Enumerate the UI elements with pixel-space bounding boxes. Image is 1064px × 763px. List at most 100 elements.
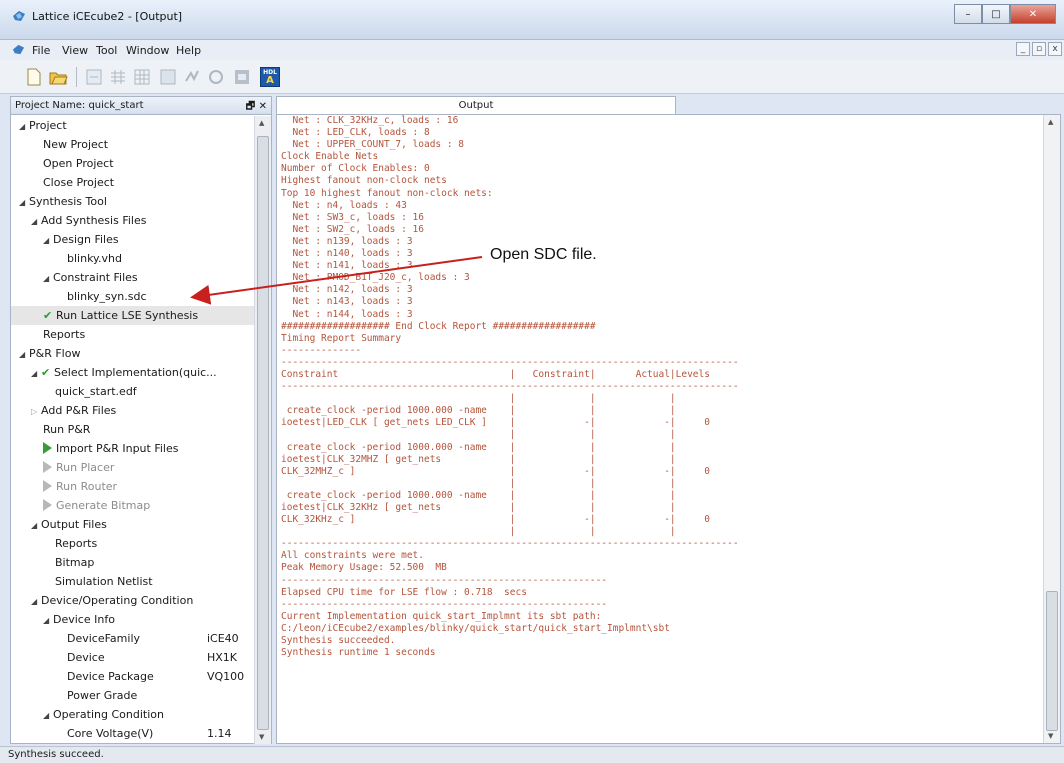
scrollbar-thumb[interactable] (1046, 591, 1058, 731)
tree-item[interactable]: DeviceFamily iCE40 (11, 629, 254, 648)
log-line: Net : n144, loads : 3 (281, 308, 413, 320)
log-line: | | | (281, 477, 676, 489)
scroll-up-icon[interactable]: ▲ (259, 119, 264, 127)
tree-item[interactable]: ◢ Add Synthesis Files (11, 211, 254, 230)
tree-item[interactable]: Open Project (11, 154, 254, 173)
expand-arrow-icon[interactable]: ▷ (31, 402, 41, 421)
collapse-arrow-icon[interactable]: ◢ (19, 345, 29, 364)
collapse-arrow-icon[interactable]: ◢ (31, 592, 41, 611)
mdi-minimize-button[interactable]: _ (1016, 42, 1030, 56)
tree-item[interactable]: Run P&R (11, 420, 254, 439)
run-icon[interactable] (43, 499, 52, 511)
tree-item[interactable]: ◢ Output Files (11, 515, 254, 534)
tree-item[interactable]: Device Package VQ100 (11, 667, 254, 686)
refresh-icon[interactable] (206, 67, 226, 87)
open-folder-icon[interactable] (48, 67, 68, 87)
run-icon[interactable] (43, 461, 52, 473)
programmer-icon[interactable] (232, 67, 252, 87)
collapse-arrow-icon[interactable]: ◢ (31, 516, 41, 535)
tree-item[interactable]: ◢ Synthesis Tool (11, 192, 254, 211)
log-line: Number of Clock Enables: 0 (281, 163, 430, 175)
tree-item[interactable]: ◢ ✔ Select Implementation(quic... (11, 363, 254, 382)
menu-file[interactable]: File (32, 44, 50, 57)
output-panel: Net : CLK_32KHz_c, loads : 16 Net : LED_… (276, 114, 1061, 744)
tree-item[interactable]: blinky.vhd (11, 249, 254, 268)
tree-item[interactable]: Reports (11, 325, 254, 344)
menu-help[interactable]: Help (176, 44, 201, 57)
tree-item[interactable]: Generate Bitmap (11, 496, 254, 515)
menu-window[interactable]: Window (126, 44, 169, 57)
timing-icon[interactable] (84, 67, 104, 87)
project-tree-scrollbar[interactable]: ▲ ▼ (254, 116, 271, 744)
tree-item[interactable]: Reports (11, 534, 254, 553)
log-line: ----------------------------------------… (281, 538, 739, 550)
log-line: Net : CLK_32KHz_c, loads : 16 (281, 115, 459, 126)
tree-item[interactable]: ◢ Device Info (11, 610, 254, 629)
tree-item[interactable]: Close Project (11, 173, 254, 192)
package-view-icon[interactable] (158, 67, 178, 87)
collapse-arrow-icon[interactable]: ◢ (19, 117, 29, 136)
app-menu-icon[interactable] (12, 43, 25, 56)
menu-bar: File View Tool Window Help _ ▫ x (0, 40, 1064, 60)
scrollbar-thumb[interactable] (257, 136, 269, 730)
tree-item[interactable]: quick_start.edf (11, 382, 254, 401)
mdi-restore-button[interactable]: ▫ (1032, 42, 1046, 56)
mdi-close-button[interactable]: x (1048, 42, 1062, 56)
new-file-icon[interactable] (24, 67, 44, 87)
tree-item[interactable]: Core Voltage(V) 1.14 (11, 724, 254, 743)
tree-item[interactable]: Power Grade (11, 686, 254, 705)
hdl-editor-icon[interactable]: HDL A (260, 67, 280, 87)
tree-item[interactable]: ◢ Design Files (11, 230, 254, 249)
tree-item[interactable]: Run Placer (11, 458, 254, 477)
output-log[interactable]: Net : CLK_32KHz_c, loads : 16 Net : LED_… (281, 115, 1041, 743)
project-name-label: Project Name: quick_start (15, 100, 144, 111)
log-line: Net : SW2_c, loads : 16 (281, 223, 424, 235)
tree-item[interactable]: Import P&R Input Files (11, 439, 254, 458)
tree-item-label: P&R Flow (29, 347, 81, 360)
tree-item[interactable]: ◢ Device/Operating Condition (11, 591, 254, 610)
floorplan-icon[interactable] (132, 67, 152, 87)
tree-item[interactable]: Simulation Netlist (11, 572, 254, 591)
pin-constraints-icon[interactable] (108, 67, 128, 87)
scroll-up-icon[interactable]: ▲ (1048, 118, 1053, 126)
log-line: create_clock -period 1000.000 -name | | … (281, 489, 676, 501)
tree-item[interactable]: ◢ P&R Flow (11, 344, 254, 363)
maximize-button[interactable]: □ (982, 4, 1010, 24)
log-line: Synthesis succeeded. (281, 635, 396, 647)
status-text: Synthesis succeed. (8, 749, 104, 760)
tree-item[interactable]: ▷ Add P&R Files (11, 401, 254, 420)
tree-item[interactable]: ◢ Project (11, 116, 254, 135)
collapse-arrow-icon[interactable]: ◢ (43, 611, 53, 630)
tree-item-label: DeviceFamily (67, 632, 141, 645)
tab-output[interactable]: Output (276, 96, 676, 114)
app-icon (13, 11, 25, 21)
collapse-arrow-icon[interactable]: ◢ (31, 212, 41, 231)
power-estimator-icon[interactable] (182, 67, 202, 87)
tree-item-label: Bitmap (55, 556, 95, 569)
tree-item[interactable]: Bitmap (11, 553, 254, 572)
log-line: Synthesis runtime 1 seconds (281, 647, 436, 659)
collapse-arrow-icon[interactable]: ◢ (31, 364, 41, 383)
minimize-button[interactable]: – (954, 4, 982, 24)
run-icon[interactable] (43, 480, 52, 492)
scroll-down-icon[interactable]: ▼ (259, 733, 264, 741)
run-icon[interactable] (43, 442, 52, 454)
panel-float-close-buttons[interactable]: 🗗 ✕ (246, 99, 267, 116)
close-button[interactable]: ✕ (1010, 4, 1056, 24)
tree-item[interactable]: ◢ Operating Condition (11, 705, 254, 724)
tree-item[interactable]: ◢ Constraint Files (11, 268, 254, 287)
collapse-arrow-icon[interactable]: ◢ (19, 193, 29, 212)
output-scrollbar[interactable]: ▲ ▼ (1043, 115, 1060, 743)
tree-item[interactable]: ✔ Run Lattice LSE Synthesis (11, 306, 254, 325)
collapse-arrow-icon[interactable]: ◢ (43, 706, 53, 725)
tree-item[interactable]: Device HX1K (11, 648, 254, 667)
tree-item[interactable]: Run Router (11, 477, 254, 496)
tree-item[interactable]: blinky_syn.sdc (11, 287, 254, 306)
scroll-down-icon[interactable]: ▼ (1048, 732, 1053, 740)
collapse-arrow-icon[interactable]: ◢ (43, 269, 53, 288)
tree-item[interactable]: New Project (11, 135, 254, 154)
collapse-arrow-icon[interactable]: ◢ (43, 231, 53, 250)
menu-tool[interactable]: Tool (96, 44, 117, 57)
menu-view[interactable]: View (62, 44, 88, 57)
